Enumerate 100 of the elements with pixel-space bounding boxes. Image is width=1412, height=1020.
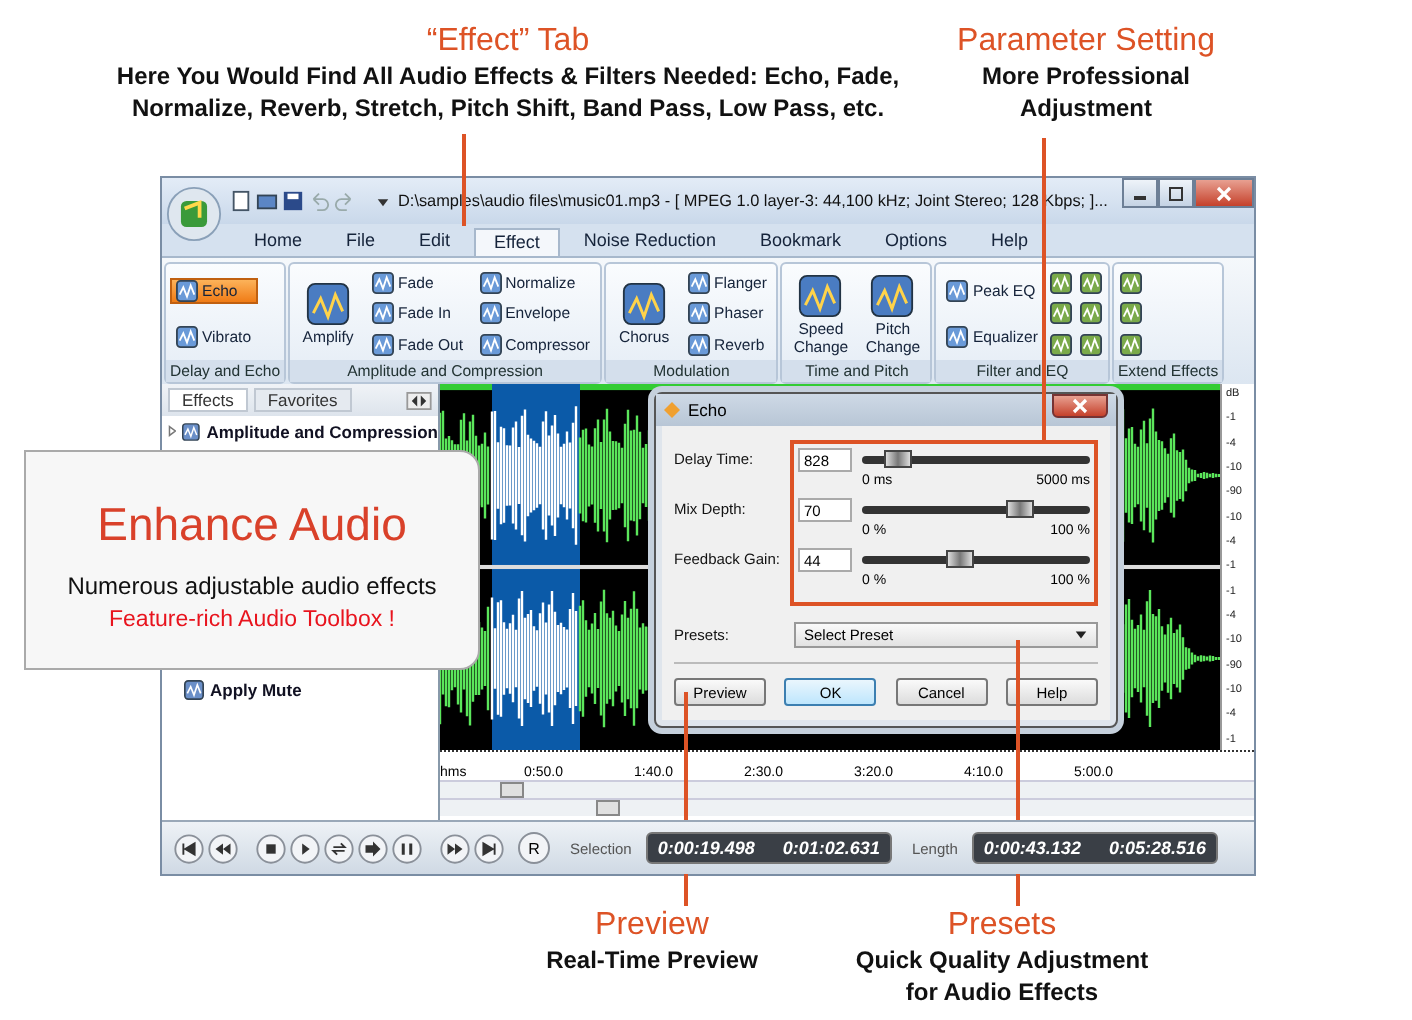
time-value: 0:00:43.132 [983, 838, 1081, 858]
slider-thumb[interactable] [884, 450, 913, 468]
icon-button[interactable] [1077, 270, 1104, 297]
ribbon-tab[interactable]: Home [234, 226, 323, 256]
annotation-text: Adjustment [1018, 92, 1154, 124]
wave-icon [372, 302, 395, 325]
wave-icon [1049, 333, 1072, 356]
wave-icon [798, 273, 843, 317]
skip-end-icon[interactable] [474, 833, 504, 863]
scrollbar[interactable] [440, 780, 1254, 798]
leader-line [462, 134, 466, 226]
caret-icon [1074, 628, 1088, 642]
time-value: 0:05:28.516 [1108, 838, 1206, 858]
icon-button[interactable] [1117, 270, 1144, 297]
wave-icon [1079, 272, 1102, 295]
ribbon-tab[interactable]: Bookmark [739, 226, 861, 256]
annotation-text: Normalize, Reverb, Stretch, Pitch Shift, Band Pass, Low Pass, etc. [129, 92, 887, 124]
play-icon[interactable] [290, 833, 320, 863]
wave-icon [688, 302, 711, 325]
wave-icon [1049, 272, 1072, 295]
maximize-button[interactable] [1158, 178, 1194, 208]
ribbon-tab[interactable]: Options [864, 226, 967, 256]
close-icon [1070, 398, 1090, 414]
callout-title: Enhance Audio [97, 496, 407, 552]
wave-icon [176, 326, 198, 348]
annotation-text: Here You Would Find All Audio Effects & Filters Needed: Echo, Fade, [114, 60, 902, 92]
play-next-icon[interactable] [358, 833, 388, 863]
ribbon-tab[interactable]: Help [971, 226, 1049, 256]
wave-icon [184, 680, 204, 701]
time-value: 0:01:02.631 [782, 838, 880, 858]
wave-icon [176, 280, 198, 302]
slider-track[interactable] [862, 556, 1090, 564]
close-icon [1214, 185, 1234, 201]
wave-icon [1119, 333, 1142, 356]
wave-icon [870, 273, 915, 317]
close-button[interactable] [1052, 394, 1108, 418]
wave-icon [372, 333, 395, 356]
wave-icon [688, 272, 711, 295]
wave-icon [622, 282, 667, 326]
wave-icon [479, 333, 502, 356]
icon-button[interactable] [1047, 300, 1074, 327]
ribbon-tab[interactable]: File [326, 226, 396, 256]
dialog-title: Echo [688, 400, 727, 420]
annotation-text: More Professional [979, 60, 1193, 92]
wave-icon [1119, 302, 1142, 325]
wave-icon [479, 272, 502, 295]
ribbon-tab[interactable]: Effect [474, 228, 560, 256]
wave-icon [372, 272, 395, 295]
wave-icon [479, 302, 502, 325]
callout-text: Numerous adjustable audio effects [67, 572, 437, 600]
icon-button[interactable] [1117, 331, 1144, 358]
icon-button[interactable] [1047, 270, 1074, 297]
wave-icon [688, 333, 711, 356]
slider-thumb[interactable] [1005, 500, 1034, 518]
open-folder-icon[interactable] [256, 190, 278, 212]
ribbon-tab[interactable]: Noise Reduction [563, 226, 736, 256]
icon-button[interactable] [1117, 300, 1144, 327]
stop-icon[interactable] [256, 833, 286, 863]
annotation-title: Parameter Setting [955, 22, 1217, 60]
tree-item[interactable]: Apply Mute [210, 680, 302, 701]
wave-icon [1119, 272, 1142, 295]
slider-track[interactable] [862, 456, 1090, 464]
loop-icon[interactable] [324, 833, 354, 863]
pause-icon[interactable] [392, 833, 422, 863]
fast-forward-icon[interactable] [440, 833, 470, 863]
annotation-text: for Audio Effects [903, 976, 1101, 1008]
annotation-text: Quick Quality Adjustment [853, 944, 1151, 976]
wave-icon [182, 421, 201, 442]
skip-start-icon[interactable] [174, 833, 204, 863]
new-file-icon[interactable] [230, 190, 252, 212]
slider-thumb[interactable] [946, 550, 975, 568]
annotation-title: Presets [945, 906, 1059, 944]
scrollbar[interactable] [440, 798, 1254, 816]
ribbon-tab[interactable]: Edit [399, 226, 471, 256]
icon-button[interactable] [1077, 331, 1104, 358]
wave-icon [1049, 302, 1072, 325]
maximize-icon [1166, 185, 1186, 201]
rewind-icon[interactable] [208, 833, 238, 863]
wave-icon [1079, 333, 1102, 356]
icon-button[interactable] [1077, 300, 1104, 327]
time-value: 0:00:19.498 [657, 838, 755, 858]
caret-icon[interactable] [376, 194, 390, 208]
slider-track[interactable] [862, 506, 1090, 514]
annotation-text: Real-Time Preview [544, 944, 760, 976]
record-button[interactable]: R [518, 832, 550, 864]
close-button[interactable] [1194, 178, 1254, 208]
save-icon[interactable] [282, 190, 304, 212]
callout-text: Feature-rich Audio Toolbox ! [109, 608, 395, 632]
panel-tab[interactable]: Favorites [253, 388, 352, 412]
annotation-title: “Effect” Tab [424, 22, 592, 60]
annotation-title: Preview [593, 906, 711, 944]
wave-icon [306, 282, 351, 326]
tree-item[interactable]: Amplitude and Compression [206, 421, 438, 442]
wave-icon [1079, 302, 1102, 325]
expand-icon[interactable] [168, 424, 177, 439]
icon-button[interactable] [1047, 331, 1074, 358]
collapse-icon[interactable] [406, 391, 432, 409]
wave-icon [946, 280, 969, 302]
minimize-button[interactable] [1122, 178, 1158, 208]
panel-tab[interactable]: Effects [168, 388, 248, 412]
